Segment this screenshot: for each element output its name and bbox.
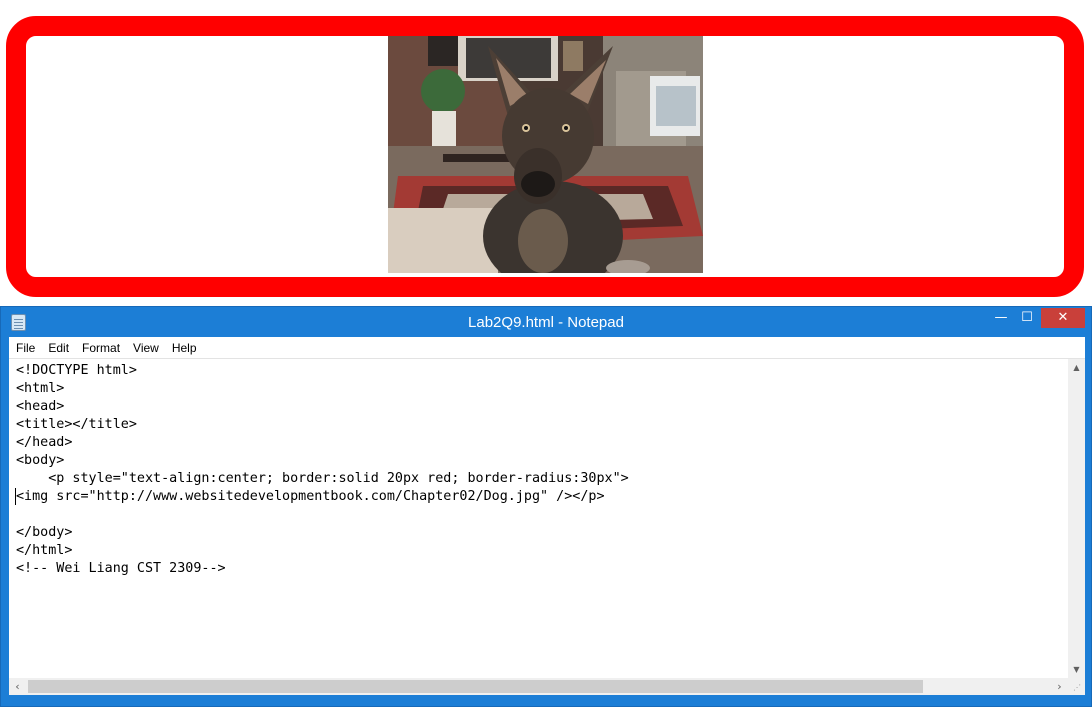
- code-line: </head>: [16, 435, 73, 450]
- code-line: <body>: [16, 453, 65, 468]
- horizontal-scrollbar[interactable]: ‹ ›: [9, 678, 1068, 695]
- text-caret: [15, 488, 16, 505]
- code-line: <html>: [16, 381, 65, 396]
- resize-grip[interactable]: ⋰: [1068, 678, 1085, 695]
- notepad-window: Lab2Q9.html - Notepad — ☐ ✕ File Edit Form…: [0, 306, 1092, 707]
- menu-file[interactable]: File: [9, 337, 41, 359]
- menu-bar: File Edit Format View Help: [9, 337, 1085, 359]
- text-editor[interactable]: <!DOCTYPE html> <html> <head> <title></t…: [9, 359, 1068, 678]
- minimize-button[interactable]: —: [989, 308, 1013, 328]
- menu-format[interactable]: Format: [75, 337, 126, 359]
- code-line: <p style="text-align:center; border:soli…: [16, 471, 629, 486]
- maximize-button[interactable]: ☐: [1015, 308, 1039, 328]
- code-line: <!-- Wei Liang CST 2309-->: [16, 561, 226, 576]
- code-line: </html>: [16, 543, 73, 558]
- chevron-up-icon[interactable]: ▲: [1068, 359, 1085, 376]
- menu-edit[interactable]: Edit: [41, 337, 75, 359]
- menu-view[interactable]: View: [126, 337, 165, 359]
- code-line: <head>: [16, 399, 65, 414]
- chevron-left-icon[interactable]: ‹: [9, 678, 26, 695]
- horizontal-scroll-thumb[interactable]: [28, 680, 923, 693]
- code-line: <title></title>: [16, 417, 137, 432]
- dog-image: [388, 36, 703, 273]
- code-line: </body>: [16, 525, 73, 540]
- vertical-scrollbar[interactable]: ▲ ▼: [1068, 359, 1085, 678]
- close-button[interactable]: ✕: [1041, 308, 1085, 328]
- chevron-down-icon[interactable]: ▼: [1068, 661, 1085, 678]
- chevron-right-icon[interactable]: ›: [1051, 678, 1068, 695]
- rendered-page-preview: [6, 16, 1084, 297]
- menu-help[interactable]: Help: [165, 337, 203, 359]
- code-line: <!DOCTYPE html>: [16, 363, 137, 378]
- code-line: <img src="http://www.websitedevelopmentb…: [16, 489, 605, 504]
- dog-photo-illustration: [388, 36, 703, 273]
- window-title: Lab2Q9.html - Notepad: [468, 314, 624, 331]
- title-bar[interactable]: Lab2Q9.html - Notepad — ☐ ✕: [1, 307, 1091, 337]
- grip-icon: ⋰: [1073, 683, 1081, 692]
